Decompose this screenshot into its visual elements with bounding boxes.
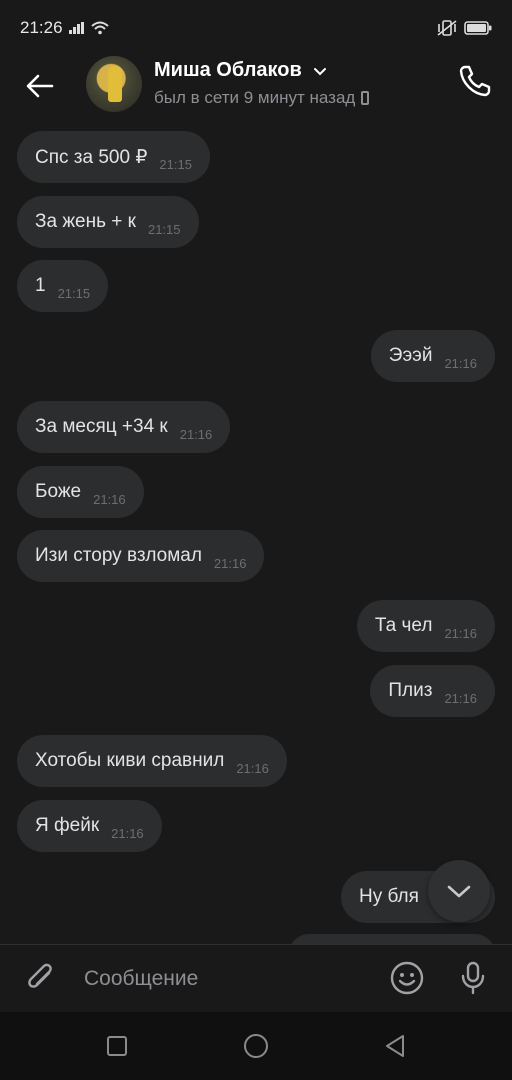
- message-time: 21:15: [147, 221, 181, 237]
- message-text: 1: [35, 275, 46, 296]
- message-bubble[interactable]: Боже 21:16: [17, 466, 144, 518]
- system-nav-bar: [0, 1012, 512, 1080]
- message-text: За жень + к: [35, 211, 136, 232]
- message-bubble[interactable]: Спс за 500 ₽ 21:15: [17, 131, 210, 183]
- message-bubble[interactable]: Плиз 21:16: [370, 665, 495, 717]
- emoji-icon[interactable]: [388, 959, 426, 997]
- composer-bar: [0, 944, 512, 1013]
- message-text: Та чел: [374, 615, 433, 636]
- mobile-device-icon: [361, 91, 370, 105]
- message-bubble[interactable]: За месяц +34 к 21:16: [17, 401, 231, 453]
- last-seen-status: был в сети 9 минут назад: [154, 88, 370, 108]
- chat-header: Миша Облаков был в сети 9 минут назад: [0, 56, 512, 124]
- message-time: 21:16: [444, 625, 477, 641]
- message-time: 21:16: [179, 426, 213, 442]
- battery-icon: [464, 21, 492, 35]
- message-bubble[interactable]: Хотобы киви сравнил 21:16: [17, 735, 287, 787]
- nav-square-icon[interactable]: [103, 1032, 131, 1060]
- message-bubble[interactable]: Я фейк 21:16: [17, 800, 162, 852]
- message-text: Изи стору взломал: [35, 545, 202, 566]
- message-bubble[interactable]: За жень + к 21:15: [17, 196, 199, 248]
- message-text: Спс за 500 ₽: [35, 146, 148, 168]
- signal-icon: [68, 22, 84, 34]
- message-bubble[interactable]: 1 21:15: [17, 260, 109, 312]
- message-text: За месяц +34 к: [35, 416, 168, 437]
- message-input[interactable]: [82, 961, 376, 997]
- message-list[interactable]: Спс за 500 ₽ 21:15 За жень + к 21:15 1 2…: [0, 124, 512, 944]
- message-time: 21:16: [444, 355, 477, 371]
- scroll-down-icon: [447, 885, 471, 898]
- message-text: Ну бля: [359, 886, 419, 907]
- wifi-icon: [90, 21, 109, 35]
- paperclip-icon[interactable]: [22, 959, 60, 997]
- message-text: Боже: [35, 481, 82, 502]
- message-bubble[interactable]: Эээй 21:16: [370, 330, 495, 382]
- message-bubble[interactable]: Изи стору взломал 21:16: [17, 530, 265, 582]
- message-text: Я фейк: [35, 815, 100, 836]
- contact-name[interactable]: Миша Облаков: [154, 59, 327, 82]
- message-text: Эээй: [388, 345, 433, 366]
- message-time: 21:16: [236, 760, 269, 776]
- back-arrow-icon[interactable]: [22, 68, 58, 104]
- contact-name-text: Миша Облаков: [154, 59, 302, 81]
- status-bar: 21:26: [0, 0, 512, 56]
- vibrate-icon: [437, 20, 457, 36]
- message-time: 21:16: [444, 690, 477, 706]
- chevron-down-icon: [314, 67, 327, 76]
- message-time: 21:16: [213, 555, 247, 571]
- message-time: 21:15: [159, 156, 192, 172]
- avatar[interactable]: [86, 56, 142, 112]
- microphone-icon[interactable]: [454, 959, 492, 997]
- status-time: 21:26: [20, 18, 63, 37]
- phone-icon[interactable]: [456, 62, 494, 100]
- message-bubble[interactable]: Та чел 21:16: [356, 600, 495, 652]
- message-time: 21:16: [111, 825, 144, 841]
- scroll-down-button[interactable]: [428, 860, 490, 922]
- nav-triangle-icon[interactable]: [381, 1032, 409, 1060]
- last-seen-text: был в сети 9 минут назад: [154, 88, 356, 107]
- message-time: 21:16: [93, 491, 126, 507]
- message-text: Хотобы киви сравнил: [35, 750, 225, 771]
- message-text: Плиз: [388, 680, 433, 701]
- nav-circle-icon[interactable]: [242, 1032, 270, 1060]
- message-bubble-partial[interactable]: [289, 934, 495, 944]
- message-time: 21:15: [57, 285, 91, 301]
